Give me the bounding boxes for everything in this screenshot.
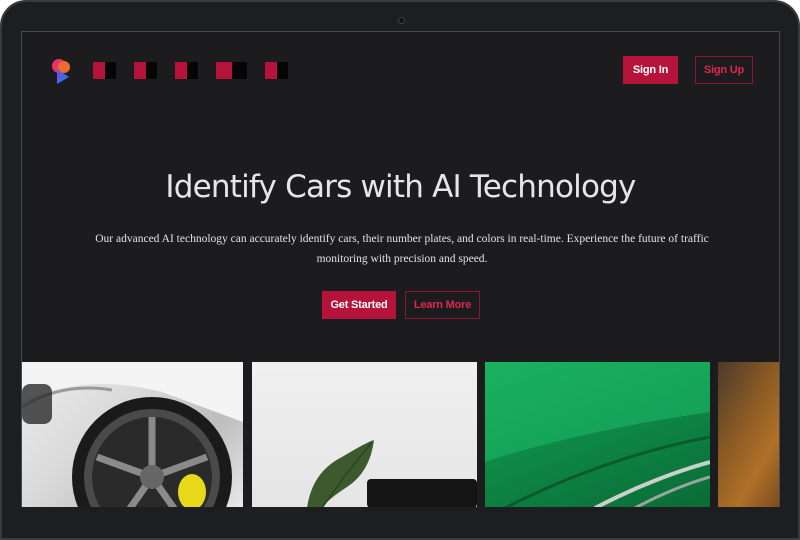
nav-link-1[interactable] [93,62,116,79]
get-started-button[interactable]: Get Started [322,291,396,319]
nav-links [93,62,288,79]
hero-title: Identify Cars with AI Technology [165,169,636,205]
learn-more-button[interactable]: Learn More [405,291,480,319]
nav-link-4[interactable] [216,62,247,79]
green-car-hood-photo [485,362,710,507]
brown-sweater-photo [718,362,779,507]
sign-in-button[interactable]: Sign In [623,56,678,84]
sign-up-button[interactable]: Sign Up [695,56,753,84]
camera-icon [398,17,405,24]
nav-link-3[interactable] [175,62,198,79]
nav-link-5[interactable] [265,62,288,79]
hero-description: Our advanced AI technology can accuratel… [95,233,709,265]
browser-viewport: Sign In Sign Up Identify Cars with AI Te… [21,31,780,507]
plant-and-laptop-photo [252,362,477,507]
nav-link-2[interactable] [134,62,157,79]
white-car-wheel-photo [22,362,243,507]
app-logo-icon[interactable] [49,57,73,85]
